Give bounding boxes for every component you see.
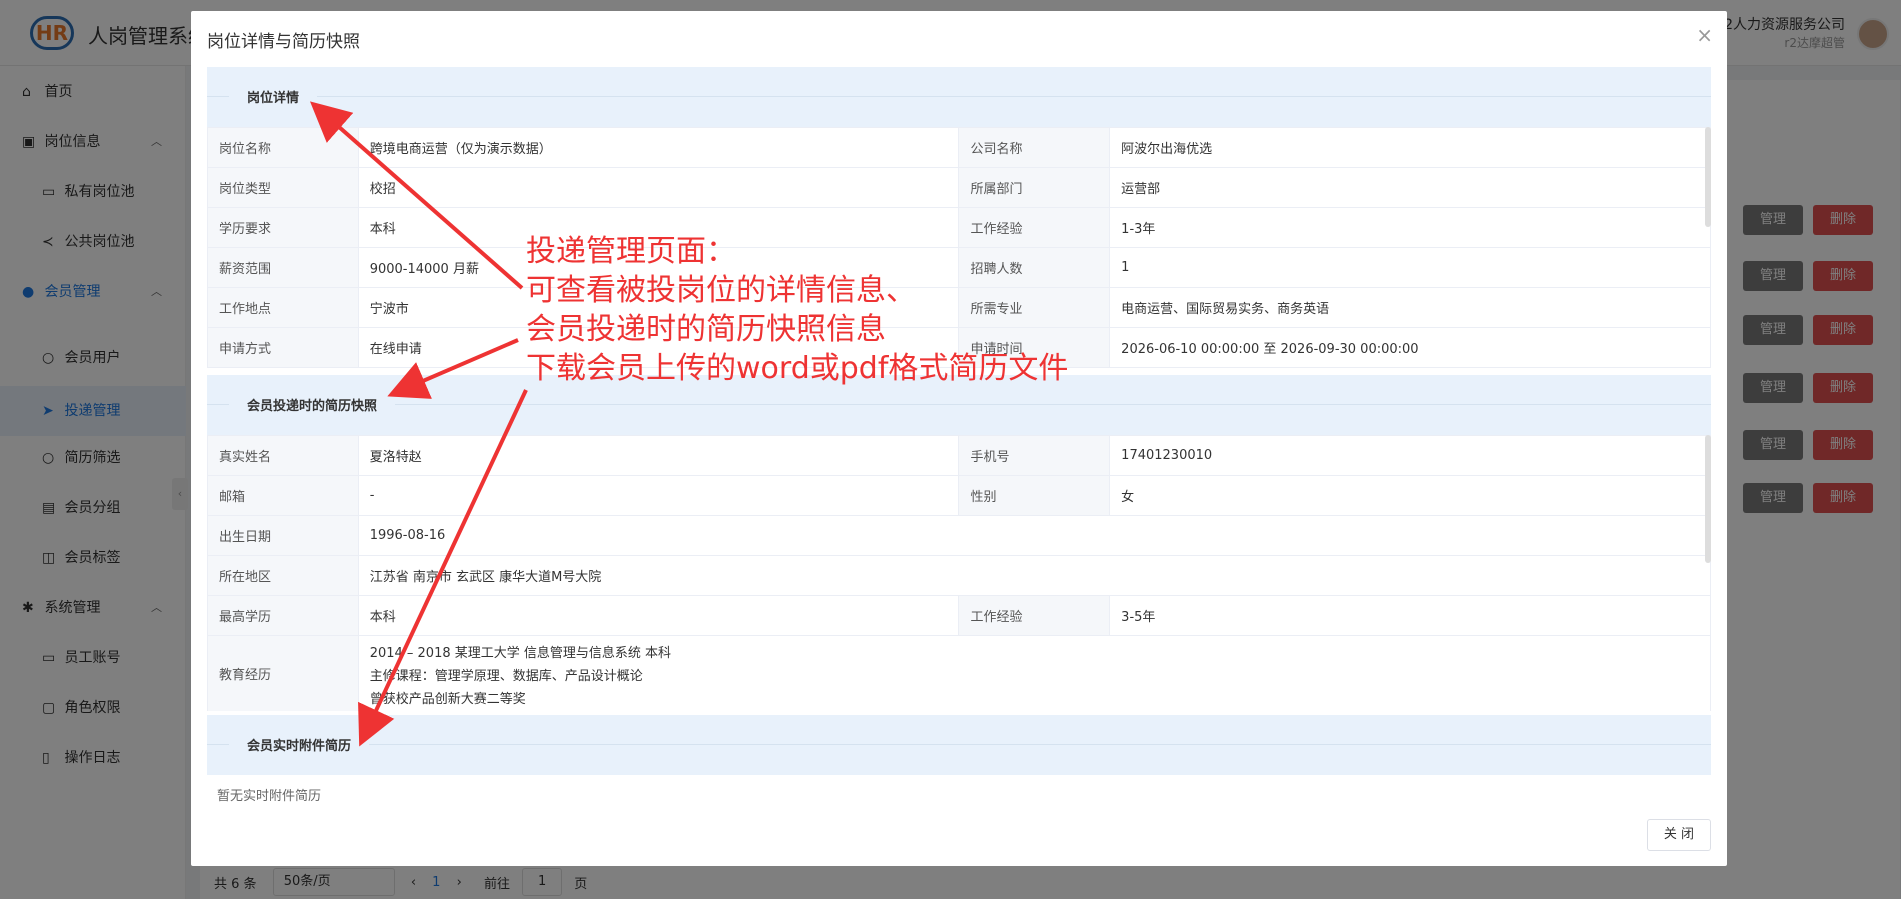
resume-scroll[interactable]: 真实姓名 夏洛特赵 手机号 17401230010 邮箱 - 性别 女 出生日期… xyxy=(207,435,1711,711)
table-row: 邮箱 - 性别 女 xyxy=(207,475,1711,516)
location-label: 工作地点 xyxy=(207,287,359,328)
real-name-label: 真实姓名 xyxy=(207,435,359,476)
work-exp-value: 3-5年 xyxy=(1109,595,1711,636)
modal-title: 岗位详情与简历快照 xyxy=(207,32,360,52)
resume-table: 真实姓名 夏洛特赵 手机号 17401230010 邮箱 - 性别 女 出生日期… xyxy=(207,435,1711,711)
job-name-label: 岗位名称 xyxy=(207,127,359,168)
apply-time-value: 2026-06-10 00:00:00 至 2026-09-30 00:00:0… xyxy=(1109,327,1711,368)
table-row: 岗位类型 校招 所属部门 运营部 xyxy=(207,167,1711,208)
annotation-text: 投递管理页面： 可查看被投岗位的详情信息、 会员投递时的简历快照信息 下载会员上… xyxy=(526,232,1068,388)
birth-label: 出生日期 xyxy=(207,515,359,556)
company-name-label: 公司名称 xyxy=(958,127,1111,168)
table-row: 出生日期 1996-08-16 xyxy=(207,515,1711,556)
region-value: 江苏省 南京市 玄武区 康华大道M号大院 xyxy=(357,555,1711,596)
edu-history-label: 教育经历 xyxy=(207,635,359,711)
company-name-value: 阿波尔出海优选 xyxy=(1109,127,1711,168)
highest-edu-value: 本科 xyxy=(357,595,960,636)
apply-method-label: 申请方式 xyxy=(207,327,359,368)
attachment-section-header: 会员实时附件简历 xyxy=(207,715,1711,775)
region-label: 所在地区 xyxy=(207,555,359,596)
salary-label: 薪资范围 xyxy=(207,247,359,288)
job-name-value: 跨境电商运营（仅为演示数据） xyxy=(357,127,960,168)
scrollbar[interactable] xyxy=(1705,127,1711,227)
major-value: 电商运营、国际贸易实务、商务英语 xyxy=(1109,287,1711,328)
work-exp-label: 工作经验 xyxy=(958,595,1111,636)
education-label: 学历要求 xyxy=(207,207,359,248)
attachment-empty-text: 暂无实时附件简历 xyxy=(217,789,322,804)
section-divider xyxy=(207,744,1711,745)
close-icon[interactable]: × xyxy=(1696,25,1713,45)
gender-value: 女 xyxy=(1109,475,1711,516)
edu-history-line: 2014 – 2018 某理工大学 信息管理与信息系统 本科 xyxy=(369,646,672,661)
table-row: 所在地区 江苏省 南京市 玄武区 康华大道M号大院 xyxy=(207,555,1711,596)
gender-label: 性别 xyxy=(958,475,1111,516)
job-section-header: 岗位详情 xyxy=(207,67,1711,127)
annotation-line: 会员投递时的简历快照信息 xyxy=(526,312,886,347)
table-row: 真实姓名 夏洛特赵 手机号 17401230010 xyxy=(207,435,1711,476)
job-type-label: 岗位类型 xyxy=(207,167,359,208)
edu-history-value: 2014 – 2018 某理工大学 信息管理与信息系统 本科 主修课程：管理学原… xyxy=(357,635,1711,711)
annotation-line: 下载会员上传的word或pdf格式简历文件 xyxy=(526,351,1069,386)
highest-edu-label: 最高学历 xyxy=(207,595,359,636)
phone-value: 17401230010 xyxy=(1109,435,1711,476)
edu-history-line: 主修课程：管理学原理、数据库、产品设计概论 xyxy=(369,669,643,684)
resume-section-title: 会员投递时的简历快照 xyxy=(229,395,396,414)
headcount-value: 1 xyxy=(1109,247,1711,288)
job-section-title: 岗位详情 xyxy=(229,87,318,106)
annotation-line: 可查看被投岗位的详情信息、 xyxy=(526,273,916,308)
table-row: 岗位名称 跨境电商运营（仅为演示数据） 公司名称 阿波尔出海优选 xyxy=(207,127,1711,168)
table-row: 最高学历 本科 工作经验 3-5年 xyxy=(207,595,1711,636)
phone-label: 手机号 xyxy=(958,435,1111,476)
department-label: 所属部门 xyxy=(958,167,1111,208)
birth-value: 1996-08-16 xyxy=(357,515,1711,556)
email-label: 邮箱 xyxy=(207,475,359,516)
annotation-line: 投递管理页面： xyxy=(526,234,736,269)
department-value: 运营部 xyxy=(1109,167,1711,208)
scrollbar[interactable] xyxy=(1705,435,1711,563)
attachment-section-title: 会员实时附件简历 xyxy=(229,735,370,754)
email-value: - xyxy=(357,475,960,516)
section-divider xyxy=(207,96,1711,97)
job-detail-modal: 岗位详情与简历快照 × 岗位详情 岗位名称 跨境电商运营（仅为演示数据） 公司名… xyxy=(191,11,1727,866)
real-name-value: 夏洛特赵 xyxy=(357,435,960,476)
section-divider xyxy=(207,404,1711,405)
edu-history-line: 曾获校产品创新大赛二等奖 xyxy=(369,692,526,707)
job-type-value: 校招 xyxy=(357,167,960,208)
table-row: 教育经历 2014 – 2018 某理工大学 信息管理与信息系统 本科 主修课程… xyxy=(207,635,1711,711)
close-button[interactable]: 关 闭 xyxy=(1647,819,1711,851)
experience-value: 1-3年 xyxy=(1109,207,1711,248)
